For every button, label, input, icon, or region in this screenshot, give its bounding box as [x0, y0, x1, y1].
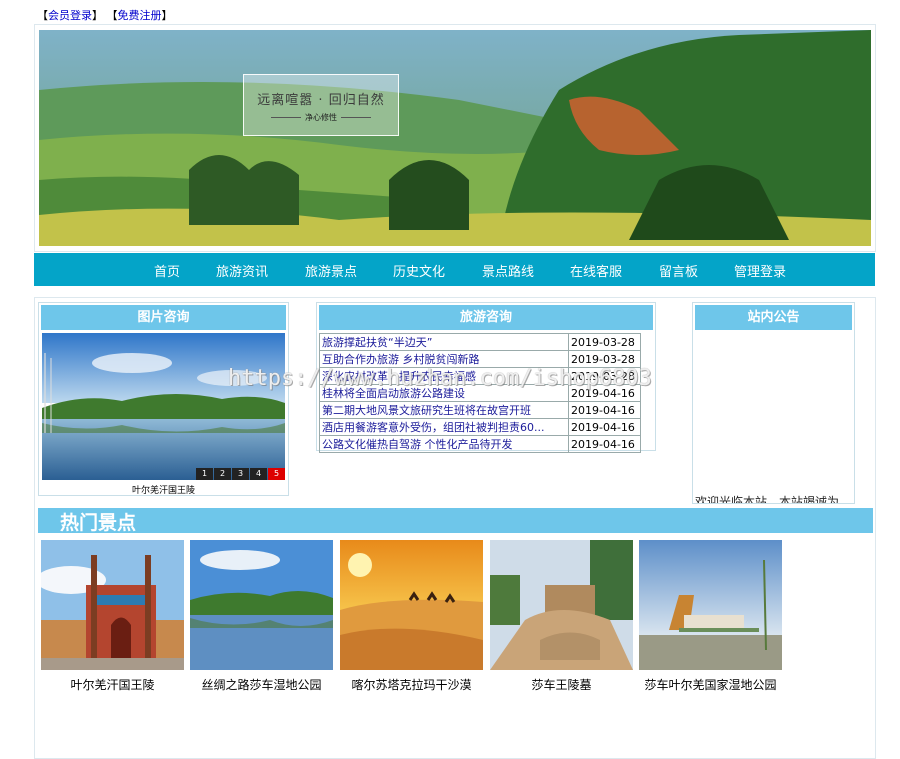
- table-row: 公路文化催热自驾游 个性化产品待开发 2019-04-16: [319, 435, 641, 453]
- notice-panel: 站内公告 欢迎光临本站，本站竭诚为: [692, 302, 855, 504]
- news-title-link[interactable]: 第二期大地风景文旅研究生班将在故宫开班: [319, 401, 569, 419]
- slider-image: [42, 333, 285, 480]
- picture-panel-title: 图片咨询: [41, 305, 286, 330]
- desert-photo-icon[interactable]: [340, 540, 483, 670]
- attraction-card[interactable]: 莎车叶尔羌国家湿地公园: [639, 540, 782, 693]
- news-date: 2019-03-28: [568, 350, 641, 368]
- table-row: 旅游撑起扶贫“半边天” 2019-03-28: [319, 333, 641, 351]
- nav-guestbook[interactable]: 留言板: [659, 261, 698, 280]
- watermark-text: https://www.huzhan.com/ishop6803: [228, 366, 652, 391]
- attraction-caption[interactable]: 丝绸之路莎车湿地公园: [190, 676, 333, 693]
- news-date: 2019-04-16: [568, 418, 641, 436]
- hot-attractions-title: 热门景点: [60, 512, 137, 534]
- news-title-link[interactable]: 互助合作办旅游 乡村脱贫闯新路: [319, 350, 569, 368]
- news-date: 2019-04-16: [568, 401, 641, 419]
- bracket: 【: [106, 9, 118, 22]
- mosque-photo-icon[interactable]: [41, 540, 184, 670]
- banner-title: 远离喧嚣 · 回归自然: [257, 93, 385, 108]
- travel-news-title: 旅游咨询: [319, 305, 653, 330]
- nav-routes[interactable]: 景点路线: [482, 261, 534, 280]
- bracket: 】: [161, 9, 173, 22]
- banner-image: [39, 30, 871, 246]
- table-row: 第二期大地风景文旅研究生班将在故宫开班 2019-04-16: [319, 401, 641, 419]
- slider-dot-3[interactable]: 3: [232, 468, 249, 480]
- attraction-card[interactable]: 莎车王陵墓: [490, 540, 633, 693]
- news-title-link[interactable]: 公路文化催热自驾游 个性化产品待开发: [319, 435, 569, 453]
- lake-photo-icon[interactable]: [190, 540, 333, 670]
- nav-attractions[interactable]: 旅游景点: [305, 261, 357, 280]
- attraction-card[interactable]: 丝绸之路莎车湿地公园: [190, 540, 333, 693]
- banner-subtitle: 净心修性: [244, 112, 398, 123]
- hot-attractions-header: 热门景点: [38, 508, 873, 534]
- news-title-link[interactable]: 旅游撑起扶贫“半边天”: [319, 333, 569, 351]
- attraction-caption[interactable]: 莎车王陵墓: [490, 676, 633, 693]
- nav-history-culture[interactable]: 历史文化: [393, 261, 445, 280]
- table-row: 互助合作办旅游 乡村脱贫闯新路 2019-03-28: [319, 350, 641, 368]
- slider-caption[interactable]: 叶尔羌汗国王陵: [39, 483, 288, 496]
- slider-dots: 1 2 3 4 5: [195, 468, 285, 480]
- attraction-caption[interactable]: 莎车叶尔羌国家湿地公园: [639, 676, 782, 693]
- news-title-link[interactable]: 酒店用餐游客意外受伤，组团社被判担责60...: [319, 418, 569, 436]
- attraction-card[interactable]: 喀尔苏塔克拉玛干沙漠: [340, 540, 483, 693]
- slider-dot-4[interactable]: 4: [250, 468, 267, 480]
- attraction-caption[interactable]: 喀尔苏塔克拉玛干沙漠: [340, 676, 483, 693]
- nav-home[interactable]: 首页: [154, 261, 180, 280]
- banner: 远离喧嚣 · 回归自然 净心修性: [34, 24, 876, 252]
- top-links: 【会员登录】 【免费注册】: [37, 7, 173, 23]
- picture-slider[interactable]: 1 2 3 4 5: [42, 333, 285, 480]
- news-date: 2019-03-28: [568, 333, 641, 351]
- picture-panel: 图片咨询 1 2 3 4 5 叶尔羌汗国王陵: [38, 302, 289, 496]
- notice-panel-title: 站内公告: [695, 305, 852, 330]
- slider-dot-2[interactable]: 2: [214, 468, 231, 480]
- member-login-link[interactable]: 会员登录: [48, 9, 92, 22]
- notice-marquee: 欢迎光临本站，本站竭诚为: [695, 495, 840, 504]
- banner-caption: 远离喧嚣 · 回归自然 净心修性: [243, 74, 399, 136]
- attraction-caption[interactable]: 叶尔羌汗国王陵: [41, 676, 184, 693]
- main-nav: 首页 旅游资讯 旅游景点 历史文化 景点路线 在线客服 留言板 管理登录: [34, 253, 875, 286]
- news-date: 2019-04-16: [568, 435, 641, 453]
- attraction-card[interactable]: 叶尔羌汗国王陵: [41, 540, 184, 693]
- nav-online-service[interactable]: 在线客服: [570, 261, 622, 280]
- bracket: 】: [92, 9, 103, 22]
- register-link[interactable]: 免费注册: [118, 9, 162, 22]
- nav-admin-login[interactable]: 管理登录: [734, 261, 786, 280]
- park-gate-photo-icon[interactable]: [639, 540, 782, 670]
- slider-dot-1[interactable]: 1: [196, 468, 213, 480]
- bracket: 【: [37, 9, 48, 22]
- tomb-photo-icon[interactable]: [490, 540, 633, 670]
- table-row: 酒店用餐游客意外受伤，组团社被判担责60... 2019-04-16: [319, 418, 641, 436]
- nav-travel-news[interactable]: 旅游资讯: [216, 261, 268, 280]
- slider-dot-5[interactable]: 5: [268, 468, 285, 480]
- news-table: 旅游撑起扶贫“半边天” 2019-03-28 互助合作办旅游 乡村脱贫闯新路 201…: [319, 333, 641, 453]
